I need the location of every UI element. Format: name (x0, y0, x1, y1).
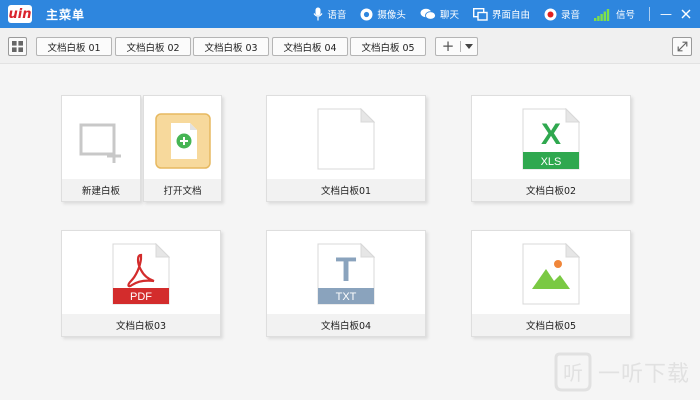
watermark-logo-icon: 听 (554, 352, 592, 392)
tab-doc-03[interactable]: 文档白板 03 (193, 37, 269, 56)
camera-button[interactable]: 摄像头 (360, 0, 406, 28)
xls-letter: X (541, 118, 561, 151)
caret-down-icon (465, 44, 473, 49)
image-document-icon (522, 243, 580, 305)
app-title: 主菜单 (46, 7, 86, 22)
new-whiteboard-icon (79, 123, 121, 163)
app-logo: uin (8, 5, 32, 23)
open-document-icon (154, 113, 211, 169)
document-card-04[interactable]: T TXT 文档白板04 (266, 230, 426, 337)
pdf-badge-label: PDF (130, 291, 152, 303)
signal-indicator[interactable]: 信号 (593, 0, 635, 28)
grid-view-button[interactable] (8, 37, 27, 56)
record-button[interactable]: 录音 (544, 0, 580, 28)
microphone-icon (313, 7, 323, 21)
voice-label: 语音 (327, 10, 347, 21)
free-layout-label: 界面自由 (491, 10, 530, 21)
dropdown-arrow[interactable] (461, 44, 477, 49)
card-label: 打开文档 (144, 179, 221, 201)
fullscreen-button[interactable] (672, 37, 692, 56)
pdf-document-icon: PDF (112, 243, 170, 305)
signal-label: 信号 (615, 10, 635, 21)
minimize-button[interactable]: — (656, 0, 676, 28)
title-bar-divider (649, 7, 650, 21)
voice-button[interactable]: 语音 (313, 0, 346, 28)
card-label: 新建白板 (62, 179, 140, 201)
title-bar: uin 主菜单 语音 摄像头 聊天 界面自由 录音 信号 — (0, 0, 700, 28)
txt-document-icon: T TXT (317, 243, 375, 305)
tab-doc-05[interactable]: 文档白板 05 (350, 37, 426, 56)
tab-doc-02[interactable]: 文档白板 02 (115, 37, 191, 56)
add-tab-button[interactable]: + (436, 38, 460, 55)
tab-doc-04[interactable]: 文档白板 04 (272, 37, 348, 56)
record-icon (544, 8, 557, 20)
watermark-text: 一听下载 (597, 362, 690, 387)
new-whiteboard-card[interactable]: 新建白板 (61, 95, 141, 202)
txt-badge-label: TXT (336, 291, 357, 303)
document-card-02[interactable]: X XLS 文档白板02 (471, 95, 631, 202)
document-card-01[interactable]: 文档白板01 (266, 95, 426, 202)
signal-strength-icon (593, 8, 610, 21)
close-icon (681, 9, 691, 19)
add-tab-dropdown[interactable]: + (435, 37, 478, 56)
close-button[interactable] (676, 0, 696, 28)
watermark: 听 一听下载 (554, 350, 690, 394)
chat-button[interactable]: 聊天 (420, 0, 459, 28)
blank-document-icon (317, 108, 375, 170)
open-document-card[interactable]: 打开文档 (143, 95, 222, 202)
window-layout-icon (472, 7, 488, 21)
document-card-05[interactable]: 文档白板05 (471, 230, 631, 337)
txt-letter: T (336, 251, 357, 289)
chat-bubble-icon (420, 8, 436, 20)
camera-label: 摄像头 (377, 10, 406, 21)
xls-badge-label: XLS (541, 156, 562, 168)
svg-text:听: 听 (563, 361, 583, 385)
expand-icon (677, 41, 687, 52)
tab-doc-01[interactable]: 文档白板 01 (36, 37, 112, 56)
card-label: 文档白板03 (62, 314, 220, 336)
chat-label: 聊天 (439, 10, 459, 21)
app-logo-text: uin (8, 6, 32, 22)
minimize-icon: — (660, 7, 672, 21)
card-label: 文档白板01 (267, 179, 425, 201)
xls-document-icon: X XLS (522, 108, 580, 170)
record-label: 录音 (560, 10, 580, 21)
camera-icon (360, 8, 373, 20)
document-card-03[interactable]: PDF 文档白板03 (61, 230, 221, 337)
card-label: 文档白板04 (267, 314, 425, 336)
card-label: 文档白板02 (472, 179, 630, 201)
title-bar-controls: 语音 摄像头 聊天 界面自由 录音 信号 — (313, 0, 700, 28)
free-layout-button[interactable]: 界面自由 (472, 0, 530, 28)
grid-icon (12, 41, 23, 52)
card-label: 文档白板05 (472, 314, 630, 336)
tab-strip: 文档白板 01 文档白板 02 文档白板 03 文档白板 04 文档白板 05 … (0, 28, 700, 64)
